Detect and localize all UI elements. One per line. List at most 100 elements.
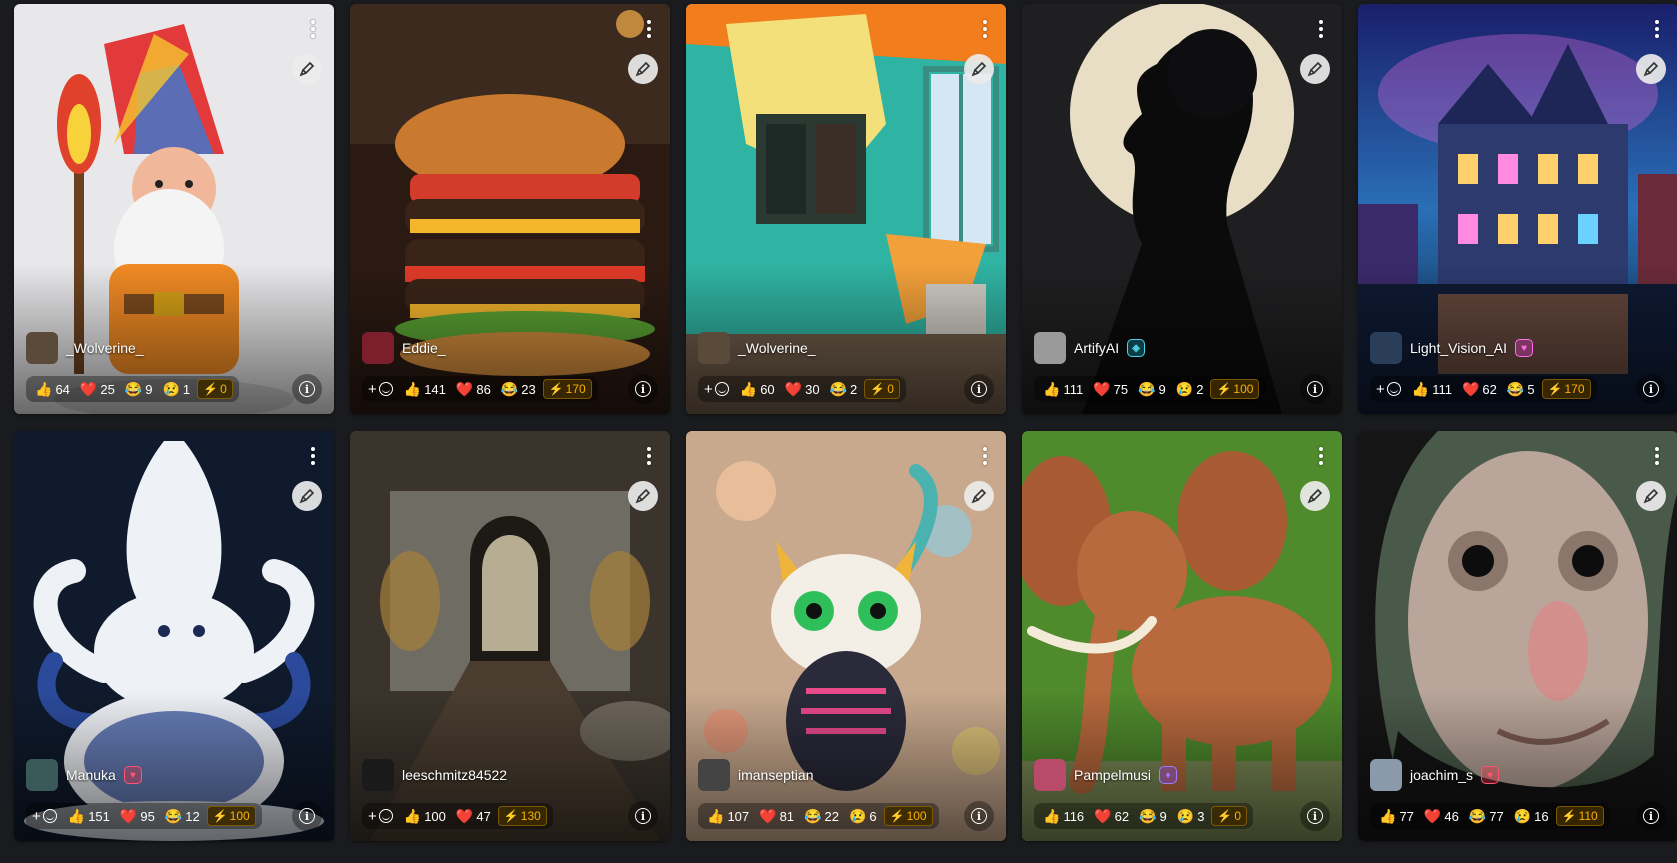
remix-button[interactable] xyxy=(628,54,658,84)
author-info[interactable]: Eddie_ xyxy=(362,332,446,364)
author-info[interactable]: Manuka ♥ xyxy=(26,759,142,791)
info-button[interactable]: i xyxy=(1636,801,1666,831)
buzz-tip-button[interactable]: ⚡ 0 xyxy=(197,379,233,399)
reaction-button[interactable]: 👍 111 xyxy=(1409,382,1455,397)
username[interactable]: Manuka xyxy=(66,767,116,783)
avatar[interactable] xyxy=(1034,759,1066,791)
reaction-button[interactable]: ❤️ 30 xyxy=(782,382,823,397)
buzz-tip-button[interactable]: ⚡ 100 xyxy=(883,806,933,826)
info-button[interactable]: i xyxy=(964,801,994,831)
more-options-button[interactable] xyxy=(1646,16,1668,42)
buzz-tip-button[interactable]: ⚡ 0 xyxy=(1211,806,1248,826)
reaction-button[interactable]: 👍 64 xyxy=(32,382,73,397)
author-info[interactable]: _Wolverine_ xyxy=(698,332,816,364)
avatar[interactable] xyxy=(1034,332,1066,364)
username[interactable]: joachim_s xyxy=(1410,767,1473,783)
remix-button[interactable] xyxy=(964,54,994,84)
avatar[interactable] xyxy=(362,332,394,364)
author-info[interactable]: Pampelmusi ♦ xyxy=(1034,759,1178,791)
buzz-tip-button[interactable]: ⚡ 110 xyxy=(1555,806,1604,826)
image-card[interactable]: Light_Vision_AI ♥ + 👍 111 ❤️ 62 😂 5 ⚡ 170 i xyxy=(1358,4,1677,414)
avatar[interactable] xyxy=(362,759,394,791)
avatar[interactable] xyxy=(1370,759,1402,791)
reaction-button[interactable]: 😂 2 xyxy=(827,382,861,397)
add-reaction-button[interactable]: + xyxy=(704,381,733,398)
info-button[interactable]: i xyxy=(1300,801,1330,831)
reaction-button[interactable]: ❤️ 75 xyxy=(1090,382,1131,397)
info-button[interactable]: i xyxy=(628,374,658,404)
remix-button[interactable] xyxy=(1300,54,1330,84)
reaction-button[interactable]: 😢 1 xyxy=(159,382,193,397)
reaction-button[interactable]: 😂 22 xyxy=(801,809,842,824)
reaction-button[interactable]: 😢 2 xyxy=(1173,382,1207,397)
username[interactable]: Eddie_ xyxy=(402,340,446,356)
image-card[interactable]: Eddie_ + 👍 141 ❤️ 86 😂 23 ⚡ 170 i xyxy=(350,4,670,414)
more-options-button[interactable] xyxy=(974,16,996,42)
reaction-button[interactable]: 👍 116 xyxy=(1040,809,1087,824)
buzz-tip-button[interactable]: ⚡ 130 xyxy=(497,806,547,826)
image-card[interactable]: _Wolverine_ + 👍 60 ❤️ 30 😂 2 ⚡ 0 i xyxy=(686,4,1006,414)
username[interactable]: Light_Vision_AI xyxy=(1410,340,1507,356)
username[interactable]: _Wolverine_ xyxy=(738,340,816,356)
reaction-button[interactable]: 👍 141 xyxy=(401,382,449,397)
buzz-tip-button[interactable]: ⚡ 170 xyxy=(542,379,592,399)
more-options-button[interactable] xyxy=(302,443,324,469)
buzz-tip-button[interactable]: ⚡ 100 xyxy=(1210,379,1260,399)
reaction-button[interactable]: ❤️ 95 xyxy=(117,809,158,824)
reaction-button[interactable]: 👍 107 xyxy=(704,809,752,824)
info-button[interactable]: i xyxy=(1300,374,1330,404)
reaction-button[interactable]: ❤️ 46 xyxy=(1421,809,1462,824)
more-options-button[interactable] xyxy=(638,443,660,469)
remix-button[interactable] xyxy=(1300,481,1330,511)
image-card[interactable]: joachim_s ♥ 👍 77 ❤️ 46 😂 77 😢 16 ⚡ 110 i xyxy=(1358,431,1677,841)
remix-button[interactable] xyxy=(1636,54,1666,84)
username[interactable]: imanseptian xyxy=(738,767,814,783)
image-card[interactable]: ArtifyAI ◈ 👍 111 ❤️ 75 😂 9 😢 2 ⚡ 100 i xyxy=(1022,4,1342,414)
reaction-button[interactable]: 😢 16 xyxy=(1511,809,1552,824)
remix-button[interactable] xyxy=(292,54,322,84)
reaction-button[interactable]: ❤️ 25 xyxy=(77,382,118,397)
more-options-button[interactable] xyxy=(1646,443,1668,469)
avatar[interactable] xyxy=(26,759,58,791)
reaction-button[interactable]: 😂 77 xyxy=(1466,809,1507,824)
image-card[interactable]: Pampelmusi ♦ 👍 116 ❤️ 62 😂 9 😢 3 ⚡ 0 i xyxy=(1022,431,1342,841)
avatar[interactable] xyxy=(26,332,58,364)
more-options-button[interactable] xyxy=(1310,16,1332,42)
reaction-button[interactable]: ❤️ 86 xyxy=(453,382,494,397)
remix-button[interactable] xyxy=(628,481,658,511)
reaction-button[interactable]: 👍 77 xyxy=(1376,809,1417,824)
author-info[interactable]: Light_Vision_AI ♥ xyxy=(1370,332,1534,364)
image-card[interactable]: imanseptian 👍 107 ❤️ 81 😂 22 😢 6 ⚡ 100 i xyxy=(686,431,1006,841)
avatar[interactable] xyxy=(698,759,730,791)
add-reaction-button[interactable]: + xyxy=(368,381,397,398)
reaction-button[interactable]: 👍 60 xyxy=(737,382,778,397)
avatar[interactable] xyxy=(1370,332,1402,364)
reaction-button[interactable]: ❤️ 81 xyxy=(756,809,797,824)
reaction-button[interactable]: 😂 23 xyxy=(498,382,539,397)
more-options-button[interactable] xyxy=(302,16,324,42)
remix-button[interactable] xyxy=(964,481,994,511)
reaction-button[interactable]: 😢 6 xyxy=(846,809,880,824)
remix-button[interactable] xyxy=(1636,481,1666,511)
username[interactable]: Pampelmusi xyxy=(1074,767,1151,783)
author-info[interactable]: leeschmitz84522 xyxy=(362,759,507,791)
username[interactable]: _Wolverine_ xyxy=(66,340,144,356)
reaction-button[interactable]: 😂 9 xyxy=(122,382,156,397)
reaction-button[interactable]: ❤️ 62 xyxy=(1091,809,1132,824)
reaction-button[interactable]: ❤️ 47 xyxy=(453,809,494,824)
add-reaction-button[interactable]: + xyxy=(368,808,397,825)
image-card[interactable]: _Wolverine_ 👍 64 ❤️ 25 😂 9 😢 1 ⚡ 0 i xyxy=(14,4,334,414)
username[interactable]: ArtifyAI xyxy=(1074,340,1119,356)
info-button[interactable]: i xyxy=(1636,374,1666,404)
reaction-button[interactable]: ❤️ 62 xyxy=(1459,382,1500,397)
info-button[interactable]: i xyxy=(964,374,994,404)
image-card[interactable]: Manuka ♥ + 👍 151 ❤️ 95 😂 12 ⚡ 100 i xyxy=(14,431,334,841)
buzz-tip-button[interactable]: ⚡ 100 xyxy=(206,806,256,826)
reaction-button[interactable]: 👍 151 xyxy=(65,809,113,824)
reaction-button[interactable]: 😂 5 xyxy=(1504,382,1538,397)
add-reaction-button[interactable]: + xyxy=(32,808,61,825)
buzz-tip-button[interactable]: ⚡ 0 xyxy=(864,379,900,399)
reaction-button[interactable]: 👍 111 xyxy=(1040,382,1086,397)
info-button[interactable]: i xyxy=(292,801,322,831)
info-button[interactable]: i xyxy=(292,374,322,404)
